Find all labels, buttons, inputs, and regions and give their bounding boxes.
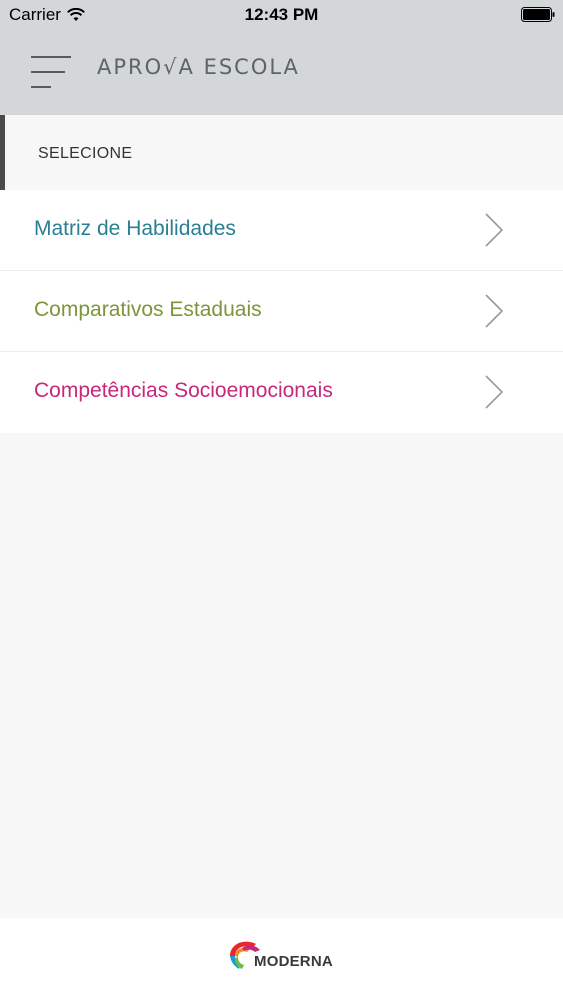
chevron-right-icon [485,375,504,409]
hamburger-line [31,71,65,73]
app-title: APRO√A ESCOLA [97,55,300,79]
chevron-right-icon [485,213,504,247]
hamburger-line [31,56,71,58]
moderna-logo: MODERNA [226,938,341,978]
menu-item-comparativos-estaduais[interactable]: Comparativos Estaduais [0,271,563,352]
menu-item-label: Comparativos Estaduais [34,298,262,321]
battery-icon [521,7,555,22]
menu-item-label: Matriz de Habilidades [34,217,236,240]
hamburger-line [31,86,51,88]
section-header: SELECIONE [0,115,563,190]
status-time: 12:43 PM [244,5,319,24]
menu-list: Matriz de Habilidades Comparativos Estad… [0,190,563,433]
brand-name: MODERNA [254,953,333,970]
section-label: SELECIONE [38,145,133,162]
menu-item-matriz-de-habilidades[interactable]: Matriz de Habilidades [0,190,563,271]
hamburger-menu-icon[interactable] [31,56,73,90]
menu-item-competencias-socioemocionais[interactable]: Competências Socioemocionais [0,352,563,433]
status-bar: Carrier 12:43 PM [0,0,563,30]
app-screen: Carrier 12:43 PM APRO√A ESCOLA SELECIONE [0,0,563,1000]
chevron-right-icon [485,294,504,328]
menu-item-label: Competências Socioemocionais [34,379,333,402]
section-accent-bar [0,115,5,190]
footer: MODERNA [0,918,563,1000]
app-header: APRO√A ESCOLA [0,30,563,115]
